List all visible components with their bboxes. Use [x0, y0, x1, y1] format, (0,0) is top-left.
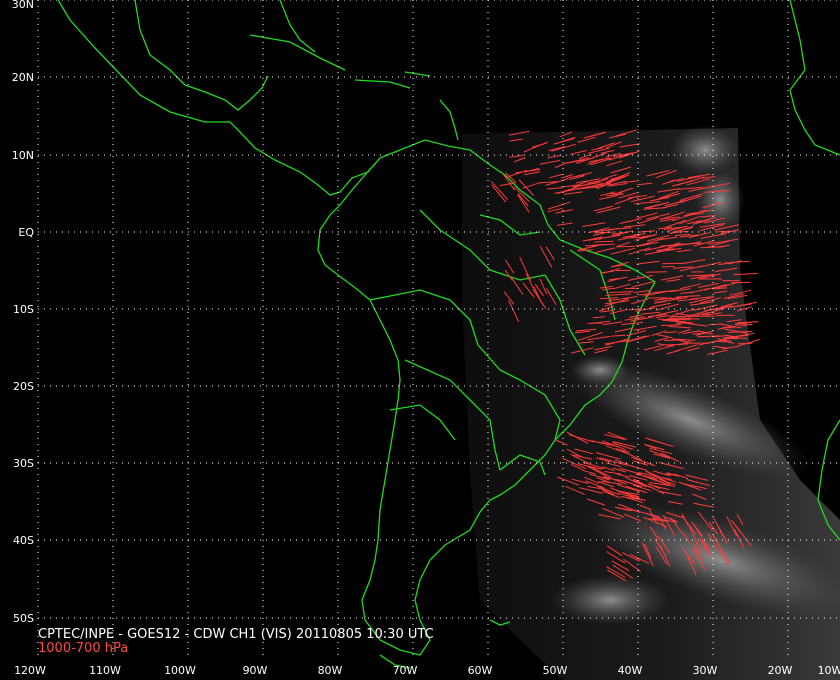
- product-caption: CPTEC/INPE - GOES12 - CDW CH1 (VIS) 2011…: [38, 627, 434, 642]
- lon-label: 30W: [693, 664, 718, 677]
- lon-label: 80W: [318, 664, 343, 677]
- lon-label: 110W: [89, 664, 121, 677]
- lat-label: EQ: [18, 226, 34, 239]
- lat-label: 20S: [13, 380, 34, 393]
- lon-label: 70W: [393, 664, 418, 677]
- lat-label: 30S: [13, 457, 34, 470]
- lat-label: 10S: [13, 303, 34, 316]
- lat-label: 50S: [13, 612, 34, 625]
- lon-label: 90W: [243, 664, 268, 677]
- satellite-wind-map: 30N 20N 10N EQ 10S 20S 30S 40S 50S 120W 110W 100W 9…: [0, 0, 840, 680]
- lon-label: 100W: [164, 664, 196, 677]
- wind-vector: [645, 271, 667, 273]
- lon-label: 50W: [543, 664, 568, 677]
- pressure-layer-caption: 1000-700 hPa: [38, 641, 129, 656]
- lon-label: 120W: [14, 664, 46, 677]
- lon-label: 40W: [618, 664, 643, 677]
- lon-label: 60W: [468, 664, 493, 677]
- lon-label: 10W: [818, 664, 840, 677]
- lat-label: 20N: [12, 71, 34, 84]
- wind-vector: [737, 342, 753, 345]
- wind-vector: [589, 322, 603, 324]
- lat-label: 40S: [13, 534, 34, 547]
- lon-label: 20W: [768, 664, 793, 677]
- wind-vector: [722, 337, 739, 340]
- lat-label: 30N: [12, 0, 34, 11]
- wind-vector: [660, 324, 681, 326]
- wind-vector: [661, 265, 675, 268]
- lat-label: 10N: [12, 149, 34, 162]
